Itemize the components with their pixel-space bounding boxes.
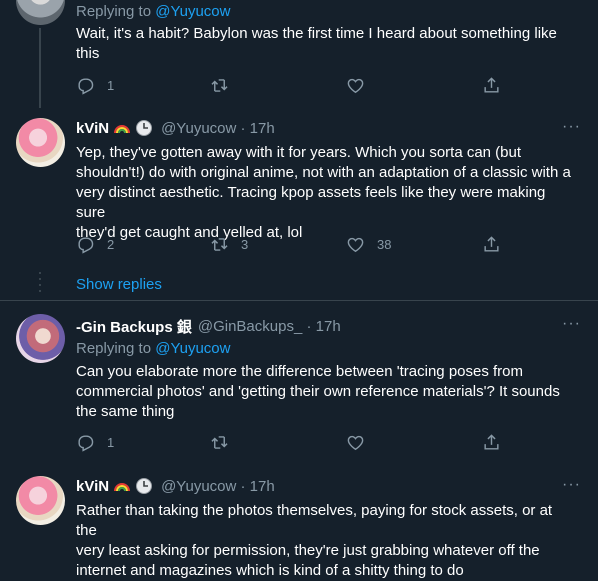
tweet-text: Wait, it's a habit? Babylon was the firs…	[76, 25, 557, 62]
heart-icon	[347, 237, 364, 253]
thread-dotted-connector	[39, 272, 41, 292]
more-options-icon[interactable]: ···	[562, 315, 581, 333]
like-button[interactable]: 38	[346, 235, 391, 254]
reply-count: 1	[107, 78, 115, 93]
reply-button[interactable]: 1	[76, 433, 114, 452]
display-name[interactable]: kViN	[76, 478, 109, 495]
like-button[interactable]	[346, 76, 377, 95]
clock-icon	[136, 120, 153, 136]
replying-to: Replying to @Yuyucow	[76, 340, 231, 357]
tweet-header: -Gin Backups 銀 @GinBackups_ · 17h	[76, 316, 341, 337]
reply-icon	[78, 237, 94, 254]
display-name[interactable]: kViN	[76, 120, 109, 137]
retweet-button[interactable]	[210, 76, 241, 95]
tweet-text: Yep, they've gotten away with it for yea…	[76, 144, 571, 241]
tweet-text: Rather than taking the photos themselves…	[76, 502, 553, 579]
tweet-text: Can you elaborate more the difference be…	[76, 363, 560, 420]
mention-link[interactable]: @Yuyucow	[155, 3, 230, 20]
more-options-icon[interactable]: ···	[562, 118, 581, 136]
retweet-count: 3	[241, 237, 249, 252]
clock-icon	[136, 478, 153, 494]
avatar[interactable]	[16, 314, 65, 363]
retweet-button[interactable]: 3	[210, 235, 248, 254]
retweet-icon	[211, 436, 228, 449]
handle-timestamp: @Yuyucow · 17h	[161, 119, 275, 137]
avatar[interactable]	[16, 118, 65, 167]
reply-count: 2	[107, 237, 115, 252]
reply-button[interactable]: 1	[76, 76, 114, 95]
heart-icon	[347, 78, 364, 94]
share-icon	[484, 236, 499, 252]
avatar[interactable]	[16, 476, 65, 525]
share-icon	[484, 77, 499, 93]
heart-icon	[347, 435, 364, 451]
reply-icon	[78, 435, 94, 452]
avatar[interactable]	[16, 0, 65, 25]
display-name[interactable]: -Gin Backups 銀	[76, 316, 192, 337]
retweet-icon	[211, 79, 228, 92]
like-count: 38	[377, 237, 392, 252]
share-button[interactable]	[482, 76, 513, 95]
tweet-header: kViN @Yuyucow · 17h	[76, 119, 275, 137]
mention-link[interactable]: @Yuyucow	[155, 340, 230, 357]
rainbow-icon	[114, 483, 131, 492]
show-replies-link[interactable]: Show replies	[76, 276, 162, 293]
share-button[interactable]	[482, 433, 513, 452]
retweet-button[interactable]	[210, 433, 241, 452]
reply-button[interactable]: 2	[76, 235, 114, 254]
share-icon	[484, 434, 499, 450]
share-button[interactable]	[482, 235, 513, 254]
like-button[interactable]	[346, 433, 377, 452]
retweet-icon	[211, 238, 228, 251]
handle-timestamp: @GinBackups_ · 17h	[197, 318, 341, 335]
more-options-icon[interactable]: ···	[562, 476, 581, 494]
thread-connector	[39, 28, 41, 108]
divider	[0, 300, 598, 301]
tweet-header: kViN @Yuyucow · 17h	[76, 477, 275, 495]
reply-icon	[78, 78, 94, 95]
reply-count: 1	[107, 435, 115, 450]
handle-timestamp: @Yuyucow · 17h	[161, 477, 275, 495]
rainbow-icon	[114, 125, 131, 134]
replying-to: Replying to @Yuyucow	[76, 3, 231, 20]
